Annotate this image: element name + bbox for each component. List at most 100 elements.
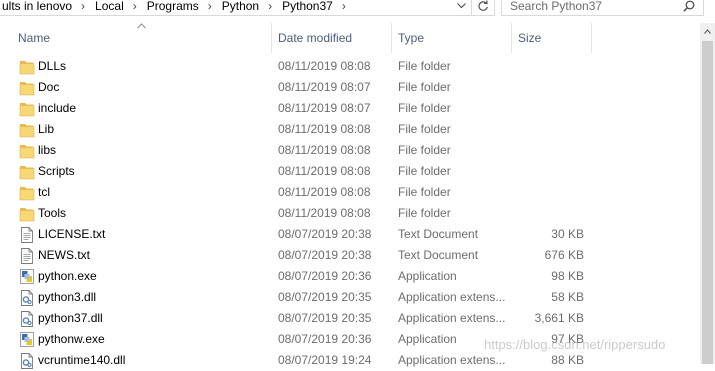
file-size	[512, 182, 584, 203]
folder-icon	[19, 98, 35, 119]
folder-icon	[19, 161, 35, 182]
breadcrumb-separator-icon[interactable]: ›	[336, 0, 354, 13]
file-size: 98 KB	[551, 269, 584, 283]
watermark: https://blog.csdn.net/rippersudo	[484, 337, 666, 352]
column-header-size[interactable]: Size	[511, 23, 591, 53]
vertical-scrollbar[interactable]	[700, 23, 715, 364]
scroll-up-button[interactable]	[700, 23, 715, 40]
file-row-include[interactable]: include 08/11/2019 08:07 File folder	[0, 98, 700, 119]
file-size	[512, 77, 584, 98]
column-header-name[interactable]: Name	[11, 23, 271, 53]
file-row-vcruntime140-dll[interactable]: vcruntime140.dll 08/07/2019 19:24 Applic…	[0, 350, 700, 371]
text-file-icon	[19, 245, 35, 266]
file-row-news-txt[interactable]: NEWS.txt 08/07/2019 20:38 Text Document …	[0, 245, 700, 266]
breadcrumb-separator-icon[interactable]: ›	[127, 0, 145, 13]
breadcrumb-item-python37[interactable]: Python37	[280, 0, 336, 13]
file-type: Text Document	[398, 227, 479, 241]
breadcrumb-item-local[interactable]: Local	[93, 0, 127, 13]
file-type: Application	[398, 269, 457, 283]
file-row-python-exe[interactable]: python.exe 08/07/2019 20:36 Application …	[0, 266, 700, 287]
column-headers: Name Date modified Type Size	[0, 23, 700, 53]
folder-icon	[19, 182, 35, 203]
file-row-doc[interactable]: Doc 08/11/2019 08:07 File folder	[0, 77, 700, 98]
file-size	[512, 203, 584, 224]
file-name: Doc	[38, 80, 60, 94]
file-date-modified: 08/07/2019 20:35	[278, 290, 372, 304]
file-type: File folder	[398, 122, 451, 136]
search-icon[interactable]	[683, 0, 695, 12]
file-date-modified: 08/07/2019 20:36	[278, 332, 372, 346]
folder-icon	[19, 77, 35, 98]
file-date-modified: 08/11/2019 08:08	[278, 164, 371, 178]
file-date-modified: 08/11/2019 08:08	[278, 185, 371, 199]
file-row-license-txt[interactable]: LICENSE.txt 08/07/2019 20:38 Text Docume…	[0, 224, 700, 245]
folder-icon	[19, 140, 35, 161]
file-date-modified: 08/07/2019 20:36	[278, 269, 372, 283]
file-row-python3-dll[interactable]: python3.dll 08/07/2019 20:35 Application…	[0, 287, 700, 308]
file-name: python.exe	[38, 269, 97, 283]
file-size	[512, 140, 584, 161]
folder-icon	[19, 56, 35, 77]
file-name: Lib	[38, 122, 55, 136]
file-date-modified: 08/11/2019 08:08	[278, 122, 371, 136]
breadcrumb[interactable]: ults in lenovo › Local › Programs › Pyth…	[0, 0, 472, 16]
file-name: include	[38, 101, 77, 115]
file-row-libs[interactable]: libs 08/11/2019 08:08 File folder	[0, 140, 700, 161]
file-date-modified: 08/07/2019 19:24	[278, 353, 372, 367]
file-type: File folder	[398, 185, 451, 199]
breadcrumb-item-results[interactable]: ults in lenovo	[0, 0, 75, 13]
file-date-modified: 08/11/2019 08:08	[278, 206, 371, 220]
address-history-dropdown[interactable]	[452, 0, 471, 16]
python-exe-icon	[19, 266, 35, 287]
folder-icon	[19, 119, 35, 140]
file-date-modified: 08/07/2019 20:38	[278, 227, 372, 241]
file-date-modified: 08/11/2019 08:08	[278, 59, 371, 73]
file-name: NEWS.txt	[38, 248, 91, 262]
file-type: File folder	[398, 101, 451, 115]
python-exe-icon	[19, 329, 35, 350]
file-size: 58 KB	[551, 290, 584, 304]
breadcrumb-separator-icon[interactable]: ›	[202, 0, 220, 13]
file-name: Scripts	[38, 164, 75, 178]
file-size: 3,661 KB	[534, 311, 584, 325]
file-row-dlls[interactable]: DLLs 08/11/2019 08:08 File folder	[0, 56, 700, 77]
file-row-tcl[interactable]: tcl 08/11/2019 08:08 File folder	[0, 182, 700, 203]
chevron-up-icon	[704, 29, 711, 34]
file-name: pythonw.exe	[38, 332, 105, 346]
file-type: Application extens...	[398, 311, 506, 325]
file-size	[512, 161, 584, 182]
breadcrumb-separator-icon[interactable]: ›	[262, 0, 280, 13]
file-name: tcl	[38, 185, 50, 199]
breadcrumb-item-python[interactable]: Python	[220, 0, 262, 13]
file-date-modified: 08/07/2019 20:38	[278, 248, 372, 262]
search-input[interactable]	[502, 0, 672, 15]
column-header-type[interactable]: Type	[391, 23, 511, 53]
chevron-down-icon	[457, 3, 466, 9]
file-row-scripts[interactable]: Scripts 08/11/2019 08:08 File folder	[0, 161, 700, 182]
file-row-lib[interactable]: Lib 08/11/2019 08:08 File folder	[0, 119, 700, 140]
file-type: Application extens...	[398, 290, 506, 304]
dll-file-icon	[19, 350, 35, 371]
breadcrumb-item-programs[interactable]: Programs	[145, 0, 202, 13]
file-type: File folder	[398, 164, 451, 178]
file-type: Application extens...	[398, 353, 506, 367]
file-row-tools[interactable]: Tools 08/11/2019 08:08 File folder	[0, 203, 700, 224]
file-type: File folder	[398, 80, 451, 94]
scrollbar-thumb[interactable]	[702, 41, 713, 364]
column-header-date-modified[interactable]: Date modified	[271, 23, 391, 53]
column-divider[interactable]	[591, 23, 592, 53]
file-name: python37.dll	[38, 311, 103, 325]
file-name: DLLs	[38, 59, 67, 73]
file-name: vcruntime140.dll	[38, 353, 126, 367]
dll-file-icon	[19, 308, 35, 329]
file-name: Tools	[38, 206, 67, 220]
file-size	[512, 119, 584, 140]
refresh-button[interactable]	[471, 0, 495, 16]
breadcrumb-separator-icon[interactable]: ›	[75, 0, 93, 13]
file-type: File folder	[398, 59, 451, 73]
file-name: python3.dll	[38, 290, 97, 304]
file-date-modified: 08/11/2019 08:07	[278, 80, 371, 94]
search-box[interactable]	[501, 0, 704, 16]
file-row-python37-dll[interactable]: python37.dll 08/07/2019 20:35 Applicatio…	[0, 308, 700, 329]
text-file-icon	[19, 224, 35, 245]
